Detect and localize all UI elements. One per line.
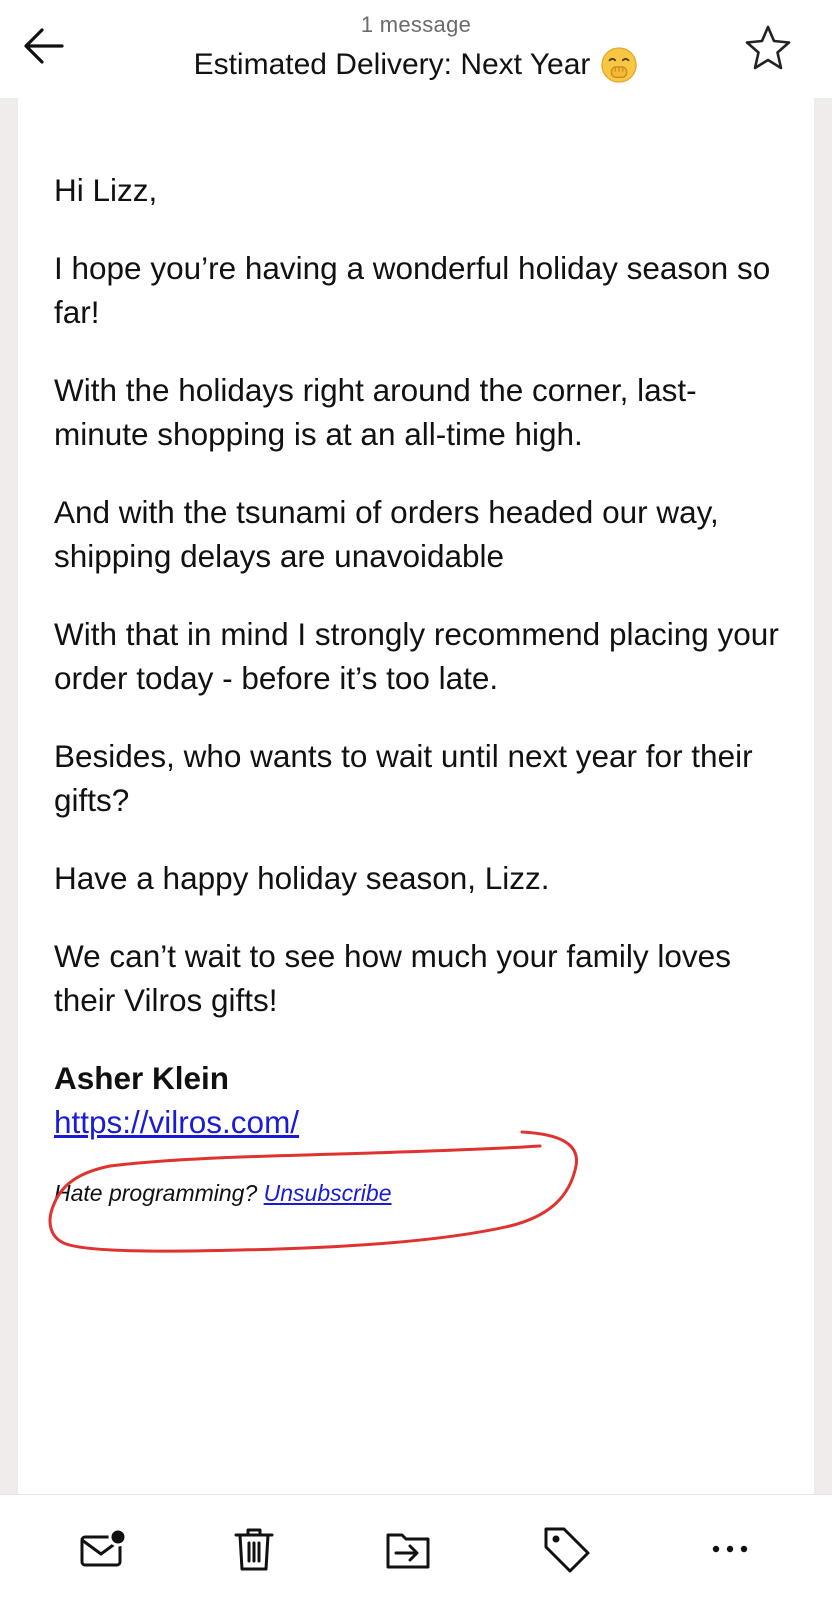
delete-button[interactable]	[222, 1517, 286, 1581]
more-icon	[712, 1545, 748, 1553]
left-gutter	[0, 98, 18, 1494]
email-subject: Estimated Delivery: Next Year	[193, 48, 591, 81]
unsubscribe-link[interactable]: Unsubscribe	[264, 1180, 392, 1206]
footer-line: Hate programming? Unsubscribe	[54, 1178, 784, 1208]
paragraph: We can’t wait to see how much your famil…	[54, 938, 731, 1018]
signature-name: Asher Klein	[54, 1060, 230, 1096]
footer-text: Hate programming?	[54, 1180, 258, 1206]
paragraph: Have a happy holiday season, Lizz.	[54, 860, 550, 896]
bottom-toolbar	[0, 1494, 832, 1600]
header: 1 message Estimated Delivery: Next Year	[0, 0, 832, 98]
right-gutter	[814, 98, 832, 1494]
more-button[interactable]	[698, 1517, 762, 1581]
paragraph: And with the tsunami of orders headed ou…	[54, 494, 719, 574]
paragraph: Besides, who wants to wait until next ye…	[54, 738, 753, 818]
email-text: Hi Lizz, I hope you’re having a wonderfu…	[54, 168, 784, 1208]
email-body[interactable]: Hi Lizz, I hope you’re having a wonderfu…	[18, 98, 814, 1494]
paragraph: With the holidays right around the corne…	[54, 372, 697, 452]
move-button[interactable]	[376, 1517, 440, 1581]
move-to-folder-icon	[386, 1533, 430, 1569]
signature-link[interactable]: https://vilros.com/	[54, 1100, 299, 1144]
email-screen: 1 message Estimated Delivery: Next Year …	[0, 0, 832, 1600]
message-count: 1 message	[360, 12, 472, 37]
trash-icon	[234, 1528, 274, 1571]
paragraph: I hope you’re having a wonderful holiday…	[54, 250, 771, 330]
tag-button[interactable]	[534, 1517, 598, 1581]
greeting: Hi Lizz,	[54, 172, 158, 208]
mark-unread-icon	[80, 1527, 128, 1567]
hand-over-mouth-emoji-icon	[601, 47, 638, 83]
subject-row: Estimated Delivery: Next Year	[0, 46, 832, 84]
tag-icon	[544, 1527, 590, 1573]
paragraph: With that in mind I strongly recommend p…	[54, 616, 779, 696]
star-outline-icon	[745, 25, 791, 70]
star-button[interactable]	[740, 20, 796, 76]
mark-unread-button[interactable]	[70, 1517, 134, 1581]
